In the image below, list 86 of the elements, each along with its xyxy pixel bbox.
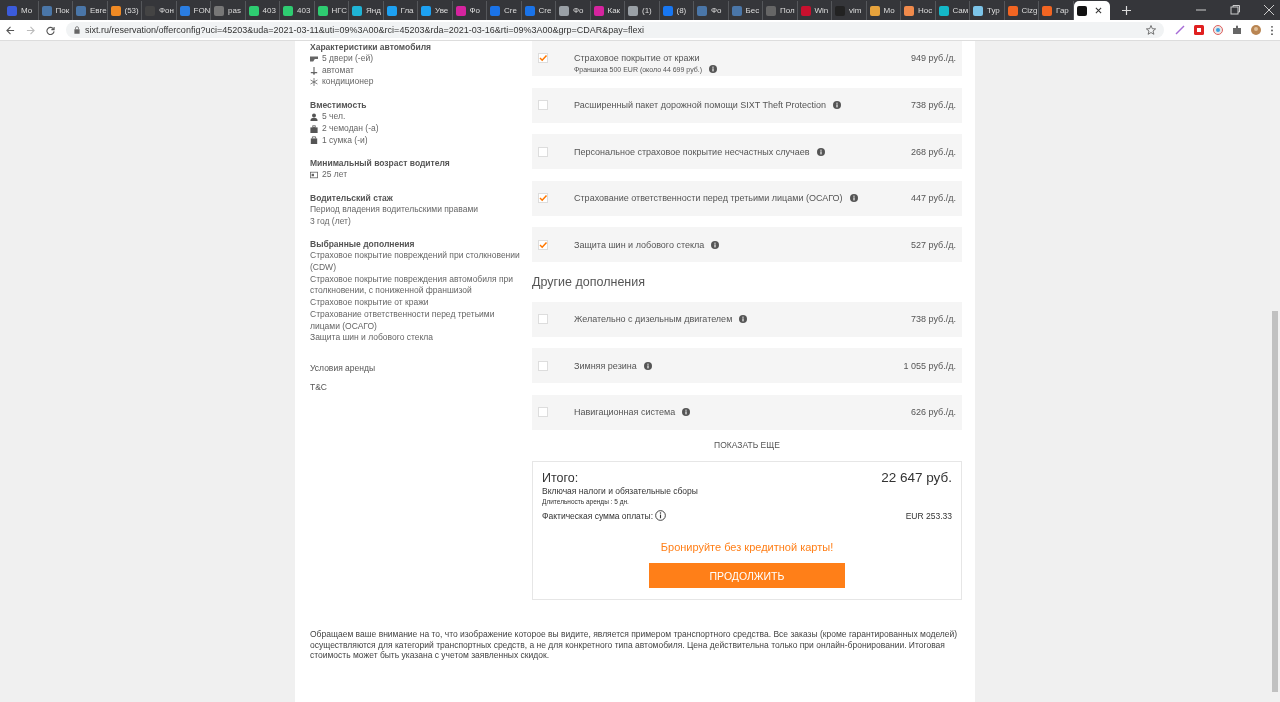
feature-text: 1 сумка (-и) <box>322 134 368 147</box>
extra-price: 949 руб./д. <box>911 53 956 63</box>
actual-amount-label: Фактическая сумма оплаты: <box>542 510 654 521</box>
feature-text: 3 год (лет) <box>310 215 351 228</box>
scrollbar-thumb[interactable] <box>1272 311 1278 692</box>
checkbox[interactable] <box>538 193 548 203</box>
extra-title: Желательно с дизельным двигателем <box>574 314 733 324</box>
close-icon[interactable] <box>1094 7 1102 14</box>
info-icon[interactable] <box>643 361 652 370</box>
section-heading: Водительский стаж <box>310 191 394 204</box>
extra-row[interactable]: Навигационная система 626 руб./д. <box>532 394 962 430</box>
extra-price: 626 руб./д. <box>911 407 956 417</box>
extra-title: Страховое покрытие от кражи <box>574 53 700 63</box>
avatar-icon[interactable] <box>1251 25 1261 35</box>
section-heading: Другие дополнения <box>532 274 646 289</box>
extra-row[interactable]: Желательно с дизельным двигателем 738 руб./д. <box>532 301 962 337</box>
info-icon[interactable] <box>816 147 825 156</box>
address-field[interactable]: sixt.ru/reservation/offerconfig?uci=45203&uda=2021-03-11&uti=09%3A00&rci=45203&rda=2021-03-16&rti=09%3A00&grp=CDAR&pay=flexi <box>66 22 1164 38</box>
extra-title: Навигационная система <box>574 407 676 417</box>
feature-text: автомат <box>322 64 354 77</box>
section-heading: Минимальный возраст водителя <box>310 157 451 170</box>
restore-icon[interactable] <box>1230 5 1240 15</box>
feature-text: Страховое покрытие повреждений при столкновении (CDW) <box>310 250 521 274</box>
feature-text: кондиционер <box>322 76 374 89</box>
info-icon[interactable] <box>711 240 720 249</box>
bag-icon <box>310 136 318 145</box>
lock-icon <box>74 26 80 34</box>
feature-text: Защита шин и лобового стекла <box>310 332 434 344</box>
feature-text: 5 чел. <box>322 111 346 123</box>
feature-text: Страховое покрытие повреждения автомобиля при столкновении, с пониженной франшизой <box>310 273 514 298</box>
gear-shift-icon <box>310 66 318 75</box>
extension-icon[interactable] <box>1194 25 1204 35</box>
extra-row[interactable]: Персональное страховое покрытие несчастных случаев 268 руб./д. <box>532 134 962 169</box>
total-label: Итого: <box>542 471 579 485</box>
extra-title: Защита шин и лобового стекла <box>574 239 705 250</box>
extension-icon[interactable] <box>1213 25 1223 35</box>
section-heading: Вместимость <box>310 99 368 112</box>
link[interactable]: Условия аренды <box>310 362 376 374</box>
extra-row[interactable]: Расширенный пакет дорожной помощи SIXT Theft Protection 738 руб./д. <box>532 87 962 123</box>
extra-price: 447 руб./д. <box>911 193 956 203</box>
info-icon[interactable] <box>833 101 842 109</box>
feature-text: Период владения водительскими правами <box>310 203 479 216</box>
extra-title: Персональное страховое покрытие несчастных случаев <box>574 146 810 157</box>
info-icon[interactable] <box>709 65 718 73</box>
browser-tab[interactable] <box>1073 1 1110 20</box>
menu-icon[interactable] <box>1270 24 1274 36</box>
checkbox[interactable] <box>538 53 548 63</box>
extra-title: Зимняя резина <box>574 360 637 371</box>
puzzle-icon[interactable] <box>1232 25 1242 35</box>
taxes-note: Включая налоги и обязательные сборы <box>542 486 699 496</box>
section-heading: Выбранные дополнения <box>310 238 416 251</box>
reload-icon[interactable] <box>46 25 55 35</box>
extra-row[interactable]: Защита шин и лобового стекла 527 руб./д. <box>532 227 962 262</box>
person-icon <box>310 112 318 121</box>
extra-row[interactable]: Страхование ответственности перед третьими лицами (ОСАГО) 447 руб./д. <box>532 180 962 216</box>
extra-price: 738 руб./д. <box>911 314 956 324</box>
pen-icon[interactable] <box>1175 25 1185 35</box>
link[interactable]: T&C <box>310 381 327 393</box>
star-icon[interactable] <box>1146 25 1156 35</box>
extra-price: 268 руб./д. <box>911 146 956 157</box>
suitcase-icon <box>310 124 318 133</box>
extra-price: 1 055 руб./д. <box>903 360 956 371</box>
section-heading: Характеристики автомобиля <box>310 41 432 53</box>
id-card-icon <box>310 171 318 180</box>
feature-text: 2 чемодан (-а) <box>322 122 379 135</box>
feature-text: Страховое покрытие от кражи <box>310 297 429 309</box>
car-door-icon <box>310 54 318 63</box>
feature-text: 5 двери (-ей) <box>322 53 373 65</box>
info-icon[interactable] <box>739 315 748 323</box>
extra-title: Расширенный пакет дорожной помощи SIXT Theft Protection <box>574 100 827 110</box>
feature-text: 25 лет <box>322 169 348 181</box>
total-price: 22 647 руб. <box>881 470 952 485</box>
extra-title: Страхование ответственности перед третьими лицами (ОСАГО) <box>574 193 843 203</box>
show-more-link[interactable]: ПОКАЗАТЬ ЕЩЕ <box>714 440 780 450</box>
actual-amount-value: EUR 253.33 <box>905 510 952 521</box>
info-icon[interactable] <box>682 408 691 416</box>
plus-icon[interactable] <box>1121 6 1131 15</box>
disclaimer-text: Обращаем ваше внимание на то, что изображение которое вы видите, является примером транспортного средства. Все заказы (кроме гарантированных моделей) осуществляются для категорий транспортных средств, а не для конкретного типа автомобиля. Цена действительна только при онлайн-бронировании. Итоговая стоимость может быть указана с учетом заявленных скидок. <box>310 629 959 661</box>
extra-price: 738 руб./д. <box>911 100 956 110</box>
info-icon[interactable] <box>655 510 667 521</box>
extra-row[interactable]: Зимняя резина 1 055 руб./д. <box>532 348 962 383</box>
snowflake-icon <box>310 78 318 87</box>
info-icon[interactable] <box>849 194 858 202</box>
back-arrow-icon[interactable] <box>6 25 15 35</box>
extra-price: 527 руб./д. <box>911 239 956 250</box>
feature-text: Страхование ответственности перед третьими лицами (ОСАГО) <box>310 308 496 333</box>
